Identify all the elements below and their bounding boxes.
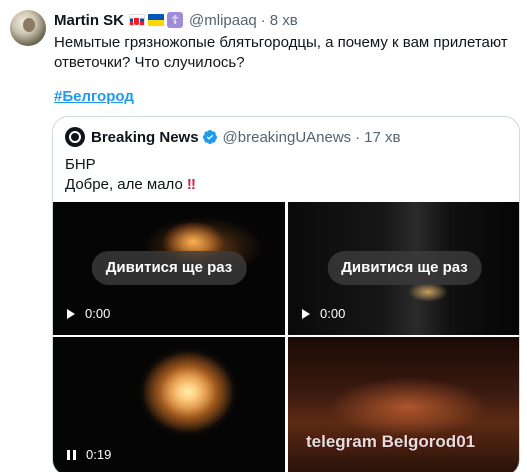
dot-separator: · <box>355 128 361 146</box>
author-handle[interactable]: @mlipaaq <box>189 12 257 29</box>
video-frame-blaze <box>143 352 233 432</box>
quoted-text-line-1: БНР <box>65 156 96 173</box>
double-exclamation-icon: ‼ <box>186 176 196 193</box>
video-tile-4[interactable]: telegram Belgorod01 <box>288 337 519 472</box>
quoted-author-handle[interactable]: @breakingUAnews <box>223 129 352 146</box>
verified-badge-icon <box>202 130 217 144</box>
play-icon[interactable] <box>67 308 75 319</box>
quoted-text-line-2: Добре, але мало ‼ <box>65 175 196 195</box>
replay-button[interactable]: Дивитися ще раз <box>91 251 247 285</box>
video-watermark: telegram Belgorod01 <box>306 432 476 451</box>
video-controls: 0:00 <box>67 306 110 321</box>
play-icon[interactable] <box>302 308 310 319</box>
video-tile-1[interactable]: Дивитися ще раз 0:00 <box>53 202 285 335</box>
author-avatar[interactable] <box>10 10 46 46</box>
pause-icon[interactable] <box>67 449 76 460</box>
video-timestamp: 0:00 <box>320 306 346 321</box>
name-emoji-group: ☦ <box>129 12 184 28</box>
quoted-text-line-2-label: Добре, але мало <box>65 176 183 193</box>
dot-separator: · <box>260 11 266 29</box>
tweet-time[interactable]: 8 хв <box>270 12 298 29</box>
media-grid: Дивитися ще раз 0:00 Дивитися ще раз 0:0… <box>53 202 519 472</box>
quoted-tweet-text: БНР Добре, але мало ‼ <box>65 155 196 195</box>
video-frame-smoke <box>328 377 488 437</box>
video-tile-3[interactable]: 0:19 <box>53 337 285 472</box>
video-timestamp: 0:00 <box>85 306 111 321</box>
quoted-tweet-header: Breaking News @breakingUAnews · 17 хв <box>65 127 401 147</box>
quoted-tweet-time[interactable]: 17 хв <box>364 129 400 146</box>
quoted-author-name[interactable]: Breaking News <box>91 129 199 146</box>
video-controls: 0:00 <box>302 306 345 321</box>
author-name[interactable]: Martin SK <box>54 12 124 29</box>
video-tile-2[interactable]: Дивитися ще раз 0:00 <box>288 202 519 335</box>
replay-button[interactable]: Дивитися ще раз <box>327 251 482 285</box>
quoted-author-avatar[interactable] <box>65 127 85 147</box>
tweet-text: Немытые грязножопые блятьгородцы, а поче… <box>54 34 508 71</box>
tweet[interactable]: Martin SK ☦ @mlipaaq · 8 хв Немытые гряз… <box>0 0 527 472</box>
slovakia-flag-icon <box>129 14 146 26</box>
video-frame-street <box>408 282 448 302</box>
ukraine-flag-icon <box>148 14 165 26</box>
video-controls: 0:19 <box>67 447 111 462</box>
quoted-tweet[interactable]: Breaking News @breakingUAnews · 17 хв БН… <box>52 116 520 472</box>
orthodox-cross-icon: ☦ <box>167 12 184 28</box>
hashtag-link[interactable]: #Белгород <box>54 87 134 107</box>
tweet-header: Martin SK ☦ @mlipaaq · 8 хв <box>54 10 298 30</box>
video-timestamp: 0:19 <box>86 447 112 462</box>
